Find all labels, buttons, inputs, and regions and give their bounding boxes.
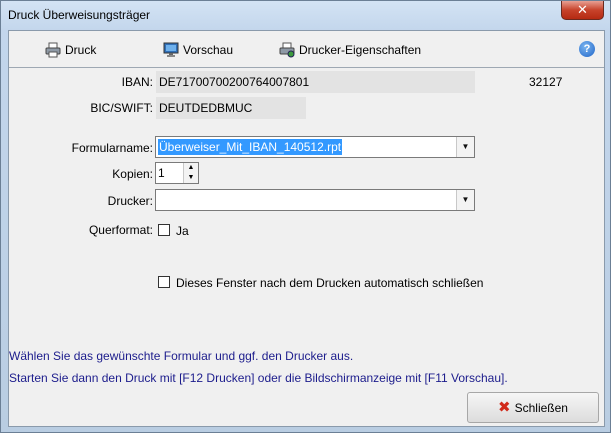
printer-label: Drucker: xyxy=(107,194,153,208)
copies-value: 1 xyxy=(158,166,165,180)
copies-stepper[interactable]: 1 ▲ ▼ xyxy=(155,162,199,184)
account-number: 32127 xyxy=(529,75,563,89)
window-close-button[interactable]: ✕ xyxy=(561,1,604,20)
print-button-label: Druck xyxy=(65,43,97,57)
bic-value: DEUTDEDBMUC xyxy=(156,97,306,119)
template-value: Überweiser_Mit_IBAN_140512.rpt xyxy=(158,139,343,155)
spin-up-icon[interactable]: ▲ xyxy=(184,163,198,173)
landscape-option-label[interactable]: Ja xyxy=(176,224,189,238)
template-select[interactable]: Überweiser_Mit_IBAN_140512.rpt ▼ xyxy=(155,136,475,158)
spin-down-icon[interactable]: ▼ xyxy=(184,173,198,183)
window-title: Druck Überweisungsträger xyxy=(8,8,151,22)
landscape-checkbox[interactable] xyxy=(158,224,170,236)
toolbar: Druck Vorschau Drucker-Eigenschaften ? xyxy=(9,31,604,68)
printer-icon xyxy=(45,42,61,58)
landscape-label: Querformat: xyxy=(88,223,153,237)
autoclose-label[interactable]: Dieses Fenster nach dem Drucken automati… xyxy=(176,276,483,290)
copies-spin-buttons: ▲ ▼ xyxy=(183,163,198,183)
monitor-icon xyxy=(163,42,179,57)
x-icon: ✖ xyxy=(498,399,511,416)
info-line-2: Starten Sie dann den Druck mit [F12 Druc… xyxy=(9,371,508,385)
printer-properties-button[interactable]: Drucker-Eigenschaften xyxy=(279,41,421,59)
dialog-content: Druck Vorschau Drucker-Eigenschaften ? I… xyxy=(8,30,605,427)
printer-settings-icon xyxy=(279,42,295,58)
chevron-down-icon[interactable]: ▼ xyxy=(456,137,474,157)
close-dialog-label: Schließen xyxy=(514,400,568,415)
print-dialog-window: Druck Überweisungsträger ✕ Druck Vorscha… xyxy=(0,0,611,433)
preview-button[interactable]: Vorschau xyxy=(163,41,233,59)
close-icon: ✕ xyxy=(577,2,588,17)
preview-button-label: Vorschau xyxy=(183,43,234,57)
iban-label: IBAN: xyxy=(121,75,153,89)
copies-label: Kopien: xyxy=(112,167,153,181)
template-label: Formularname: xyxy=(71,141,153,155)
printer-properties-label: Drucker-Eigenschaften xyxy=(299,43,422,57)
printer-value xyxy=(158,192,160,208)
chevron-down-icon[interactable]: ▼ xyxy=(456,190,474,210)
bic-label: BIC/SWIFT: xyxy=(90,101,153,115)
info-line-1: Wählen Sie das gewünschte Formular und g… xyxy=(9,349,354,363)
help-icon[interactable]: ? xyxy=(579,41,595,57)
iban-value: DE71700700200764007801 xyxy=(156,71,475,93)
autoclose-checkbox[interactable] xyxy=(158,276,170,288)
print-button[interactable]: Druck xyxy=(45,41,96,59)
title-bar[interactable]: Druck Überweisungsträger ✕ xyxy=(1,1,610,29)
printer-select[interactable]: ▼ xyxy=(155,189,475,211)
close-dialog-button[interactable]: ✖ Schließen xyxy=(467,392,599,423)
